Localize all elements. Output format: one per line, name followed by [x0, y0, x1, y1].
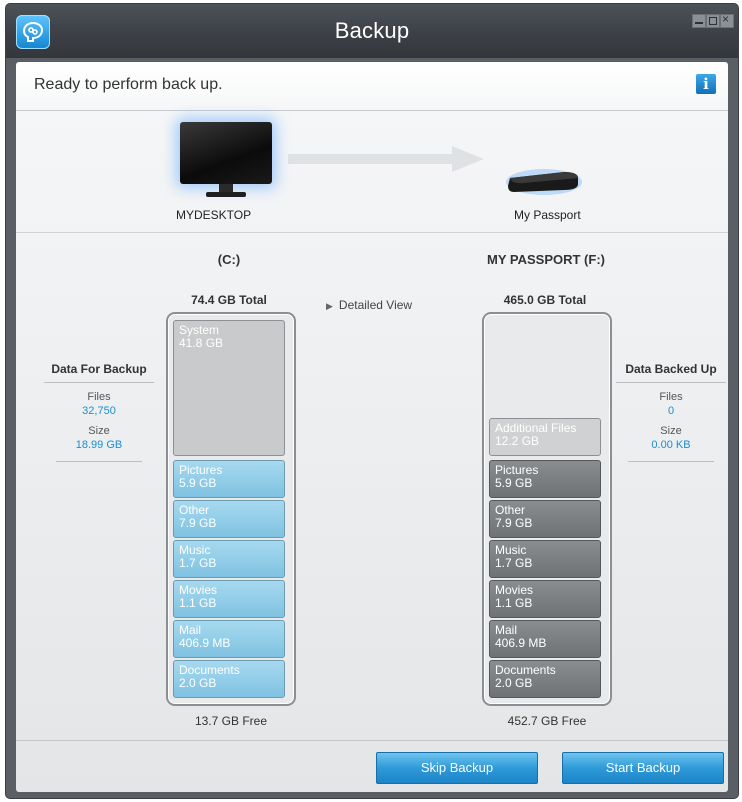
files-value: 0 [667, 405, 675, 417]
segment-additional-files: Additional Files 12.2 GB [489, 418, 601, 456]
close-icon[interactable] [720, 12, 734, 28]
size-label: Size [88, 425, 110, 437]
external-drive-icon [506, 169, 582, 195]
destination-volume-bar: Additional Files 12.2 GB Pictures 5.9 GB O… [482, 312, 612, 706]
size-label: Size [660, 425, 682, 437]
arrow-right-icon [288, 146, 484, 172]
divider [628, 461, 714, 462]
data-for-backup-heading: Data For Backup [44, 362, 154, 383]
destination-device-label: My Passport [514, 208, 581, 222]
main-panel: Ready to perform back up. i MYDESKTOP My… [16, 62, 728, 792]
source-device-label: MYDESKTOP [176, 208, 252, 222]
source-volume-title: (C:) [217, 252, 241, 267]
segment-system: System 41.8 GB [173, 320, 285, 456]
segment-movies: Movies 1.1 GB [173, 580, 285, 618]
segment-music: Music 1.7 GB [173, 540, 285, 578]
segment-music: Music 1.7 GB [489, 540, 601, 578]
backup-window: Backup Ready to perform back up. i MYDES… [6, 4, 738, 798]
destination-free: 452.7 GB Free [507, 714, 587, 728]
files-label: Files [659, 391, 683, 403]
divider [16, 232, 728, 233]
size-value: 18.99 GB [75, 439, 123, 451]
segment-other: Other 7.9 GB [173, 500, 285, 538]
destination-total: 465.0 GB Total [503, 293, 587, 307]
computer-icon [180, 122, 272, 197]
source-free: 13.7 GB Free [194, 714, 268, 728]
window-title: Backup [334, 18, 410, 43]
source-total: 74.4 GB Total [191, 293, 267, 307]
status-text: Ready to perform back up. [34, 76, 223, 93]
segment-mail: Mail 406.9 MB [489, 620, 601, 658]
segment-mail: Mail 406.9 MB [173, 620, 285, 658]
data-for-backup-panel: Data For Backup Files 32,750 Size 18.99 … [44, 362, 154, 462]
divider [16, 110, 728, 111]
files-value: 32,750 [82, 405, 116, 417]
skip-backup-button[interactable]: Skip Backup [376, 752, 538, 784]
segment-documents: Documents 2.0 GB [489, 660, 601, 698]
start-backup-button[interactable]: Start Backup [562, 752, 724, 784]
segment-documents: Documents 2.0 GB [173, 660, 285, 698]
data-backed-up-heading: Data Backed Up [616, 362, 726, 383]
maximize-icon[interactable] [706, 14, 720, 28]
segment-pictures: Pictures 5.9 GB [173, 460, 285, 498]
segment-other: Other 7.9 GB [489, 500, 601, 538]
segment-movies: Movies 1.1 GB [489, 580, 601, 618]
triangle-right-icon: ▶ [326, 301, 333, 311]
title-bar: Backup [6, 4, 738, 58]
source-volume-bar: System 41.8 GB Pictures 5.9 GB Other 7.9 GB… [166, 312, 296, 706]
size-value: 0.00 KB [651, 439, 691, 451]
minimize-icon[interactable] [692, 14, 706, 28]
detailed-view-toggle[interactable]: ▶ Detailed View [326, 298, 412, 312]
files-label: Files [87, 391, 111, 403]
destination-volume-title: MY PASSPORT (F:) [487, 252, 605, 267]
segment-pictures: Pictures 5.9 GB [489, 460, 601, 498]
info-icon[interactable]: i [696, 74, 716, 94]
divider [56, 461, 142, 462]
data-backed-up-panel: Data Backed Up Files 0 Size 0.00 KB [616, 362, 726, 462]
divider [16, 740, 728, 741]
